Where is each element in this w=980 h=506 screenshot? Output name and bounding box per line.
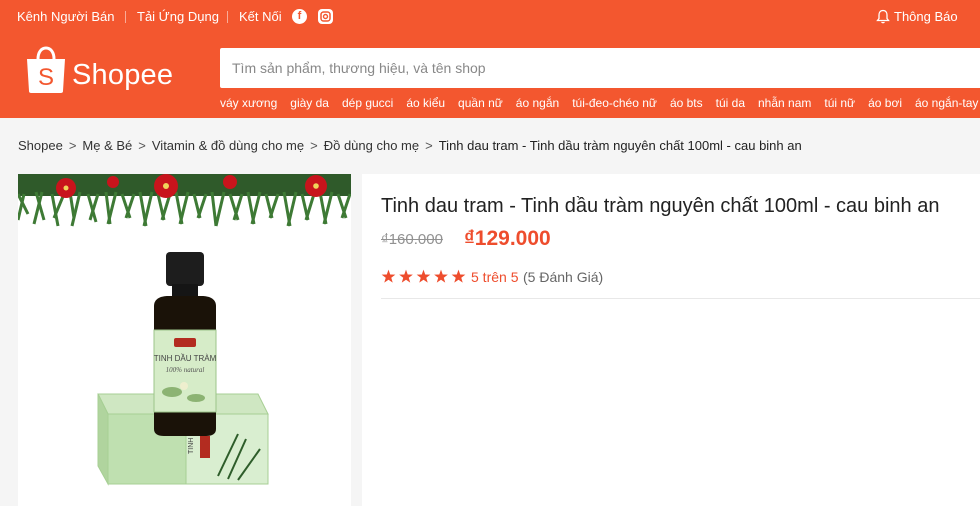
breadcrumb: Shopee > Mẹ & Bé > Vitamin & đồ dùng cho mẹ >… [18,138,802,154]
breadcrumb-current: Tinh dau tram - Tinh dầu tràm nguyên chấ… [438,138,802,153]
search-bar [220,48,980,88]
bottle-label-natural: 100% natural [166,366,205,374]
star-icon [416,269,431,283]
search-hints: váy xương giày da dép gucci áo kiểu quần nữ á… [220,94,980,110]
search-hint-link[interactable]: áo ngắn-tay [915,96,978,110]
divider [381,298,980,299]
search-hint-link[interactable]: túi-đeo-chéo nữ [572,96,657,110]
star-icon [451,269,466,283]
shopee-logo[interactable]: S Shopee [25,46,175,98]
chevron-right-icon: > [310,138,318,153]
chevron-right-icon: > [138,138,146,153]
sale-price: ₫129.000 [464,227,551,250]
search-hint-link[interactable]: áo bts [670,96,703,110]
header: Kênh Người Bán Tải Ứng Dụng Kết Nối f Th… [0,0,980,118]
search-hint-link[interactable]: áo kiểu [406,96,445,110]
breadcrumb-link[interactable]: Vitamin & đồ dùng cho mẹ [152,138,304,153]
divider [227,11,228,23]
original-price: ₫160.000 [381,231,443,248]
seller-center-link[interactable]: Kênh Người Bán [17,9,114,24]
logo-text: Shopee [72,59,174,91]
facebook-icon[interactable]: f [292,9,307,24]
breadcrumb-link[interactable]: Shopee [18,138,63,153]
download-app-link[interactable]: Tải Ứng Dụng [137,9,219,24]
bell-icon[interactable] [876,9,890,24]
star-icon [381,269,396,283]
divider [125,11,126,23]
product-title: Tinh dau tram - Tinh dầu tràm nguyên chấ… [381,195,940,217]
product-image: TINH DẦU TRÀM TINH DẦU TRÀM 100% natural [97,252,269,486]
bottle-label-text: TINH DẦU TRÀM [154,353,217,363]
product-image-panel: TINH DẦU TRÀM TINH DẦU TRÀM 100% natural [18,174,351,506]
search-hint-link[interactable]: giày da [290,96,329,110]
breadcrumb-link[interactable]: Đồ dùng cho mẹ [324,138,419,153]
chevron-right-icon: > [425,138,433,153]
christmas-garland-decoration [18,174,351,227]
notifications-link[interactable]: Thông Báo [894,9,958,24]
rating-stars [381,269,466,283]
search-hint-link[interactable]: dép gucci [342,96,393,110]
logo-bag-letter: S [38,64,54,91]
search-hint-link[interactable]: túi nữ [824,96,855,110]
product-info-panel: Tinh dau tram - Tinh dầu tràm nguyên chấ… [362,174,980,506]
chevron-right-icon: > [68,138,77,153]
instagram-icon[interactable] [318,9,333,24]
search-hint-link[interactable]: nhẫn nam [758,96,811,110]
star-icon [434,269,448,283]
shopping-bag-icon: S [27,46,65,93]
top-navbar: Kênh Người Bán Tải Ứng Dụng Kết Nối f Th… [0,0,980,33]
star-icon [399,269,413,283]
rating-score: 5 trên 5 [471,269,519,285]
review-count: (5 Đánh Giá) [523,269,604,285]
search-hint-link[interactable]: túi da [716,96,745,110]
search-input[interactable] [232,48,972,88]
connect-label: Kết Nối [239,9,282,24]
breadcrumb-link[interactable]: Mẹ & Bé [82,138,132,153]
search-hint-link[interactable]: áo ngắn [516,96,559,110]
search-hint-link[interactable]: áo bơi [868,96,902,110]
search-hint-link[interactable]: váy xương [220,96,277,110]
search-hint-link[interactable]: quần nữ [458,96,503,110]
